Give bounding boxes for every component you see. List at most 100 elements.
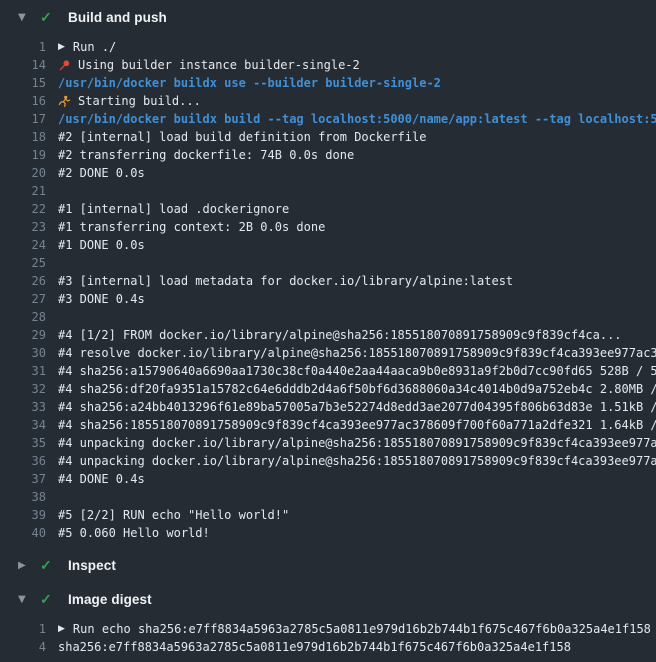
run-toggle-icon[interactable]: ▶ xyxy=(58,38,65,56)
log-line: 29 #4 [1/2] FROM docker.io/library/alpin… xyxy=(0,326,656,344)
log-line: 38 xyxy=(0,488,656,506)
line-number[interactable]: 35 xyxy=(0,434,46,452)
log-line: 20 #2 DONE 0.0s xyxy=(0,164,656,182)
line-text: #4 sha256:a15790640a6690aa1730c38cf0a440… xyxy=(58,362,656,380)
line-content: #4 unpacking docker.io/library/alpine@sh… xyxy=(58,452,656,470)
line-text: #5 [2/2] RUN echo "Hello world!" xyxy=(58,506,289,524)
log-line: 4 sha256:e7ff8834a5963a2785c5a0811e979d1… xyxy=(0,638,656,656)
line-number[interactable]: 22 xyxy=(0,200,46,218)
line-text: Using builder instance builder-single-2 xyxy=(78,56,360,74)
line-content: #4 sha256:185518070891758909c9f839cf4ca3… xyxy=(58,416,656,434)
log-line: 39 #5 [2/2] RUN echo "Hello world!" xyxy=(0,506,656,524)
log-section-image-digest: ▼ ✓ Image digest 1 ▶Run echo sha256:e7ff… xyxy=(0,582,656,662)
line-number[interactable]: 21 xyxy=(0,182,46,200)
line-text: #4 unpacking docker.io/library/alpine@sh… xyxy=(58,452,656,470)
line-content: #2 DONE 0.0s xyxy=(58,164,656,182)
line-text: #1 transferring context: 2B 0.0s done xyxy=(58,218,325,236)
line-text: sha256:e7ff8834a5963a2785c5a0811e979d16b… xyxy=(58,638,571,656)
line-content: #1 [internal] load .dockerignore xyxy=(58,200,656,218)
line-content: #3 DONE 0.4s xyxy=(58,290,656,308)
line-content: #1 transferring context: 2B 0.0s done xyxy=(58,218,656,236)
line-number[interactable]: 17 xyxy=(0,110,46,128)
line-text: #5 0.060 Hello world! xyxy=(58,524,210,542)
line-number[interactable]: 1 xyxy=(0,38,46,56)
line-content: sha256:e7ff8834a5963a2785c5a0811e979d16b… xyxy=(58,638,656,656)
line-number[interactable]: 27 xyxy=(0,290,46,308)
line-number[interactable]: 15 xyxy=(0,74,46,92)
line-text: #4 sha256:df20fa9351a15782c64e6dddb2d4a6… xyxy=(58,380,656,398)
log-line: 19 #2 transferring dockerfile: 74B 0.0s … xyxy=(0,146,656,164)
line-text: #4 resolve docker.io/library/alpine@sha2… xyxy=(58,344,656,362)
line-text: #4 DONE 0.4s xyxy=(58,470,145,488)
section-header-image-digest[interactable]: ▼ ✓ Image digest xyxy=(0,582,656,616)
line-text: /usr/bin/docker buildx build --tag local… xyxy=(58,110,656,128)
line-number[interactable]: 29 xyxy=(0,326,46,344)
line-number[interactable]: 16 xyxy=(0,92,46,110)
line-content: #2 [internal] load build definition from… xyxy=(58,128,656,146)
section-header-inspect[interactable]: ▶ ✓ Inspect xyxy=(0,548,656,582)
runner-icon xyxy=(58,95,71,108)
section-title: Image digest xyxy=(68,592,152,607)
log-section-build-and-push: ▼ ✓ Build and push 1 ▶ Run ./ 14 Using bu… xyxy=(0,0,656,548)
line-number[interactable]: 23 xyxy=(0,218,46,236)
line-content: #2 transferring dockerfile: 74B 0.0s don… xyxy=(58,146,656,164)
line-number[interactable]: 36 xyxy=(0,452,46,470)
log-line: 31 #4 sha256:a15790640a6690aa1730c38cf0a… xyxy=(0,362,656,380)
line-number[interactable]: 1 xyxy=(0,620,46,638)
line-content xyxy=(58,308,656,326)
section-body: 1 ▶Run echo sha256:e7ff8834a5963a2785c5a… xyxy=(0,616,656,662)
chevron-down-icon[interactable]: ▼ xyxy=(18,594,32,605)
line-content: #4 DONE 0.4s xyxy=(58,470,656,488)
log-line: 15 /usr/bin/docker buildx use --builder … xyxy=(0,74,656,92)
line-number[interactable]: 25 xyxy=(0,254,46,272)
line-text: #4 unpacking docker.io/library/alpine@sh… xyxy=(58,434,656,452)
line-content: #4 [1/2] FROM docker.io/library/alpine@s… xyxy=(58,326,656,344)
line-number[interactable]: 34 xyxy=(0,416,46,434)
line-text: Starting build... xyxy=(78,92,201,110)
log-line: 16 Starting build... xyxy=(0,92,656,110)
log-line: 33 #4 sha256:a24bb4013296f61e89ba57005a7… xyxy=(0,398,656,416)
line-content: ▶Run echo sha256:e7ff8834a5963a2785c5a08… xyxy=(58,620,656,638)
pushpin-icon xyxy=(58,59,71,72)
line-text: #1 DONE 0.0s xyxy=(58,236,145,254)
line-number[interactable]: 33 xyxy=(0,398,46,416)
line-number[interactable]: 4 xyxy=(0,638,46,656)
line-text: Run ./ xyxy=(73,38,116,56)
line-number[interactable]: 14 xyxy=(0,56,46,74)
line-number[interactable]: 20 xyxy=(0,164,46,182)
line-number[interactable]: 38 xyxy=(0,488,46,506)
line-content: #4 unpacking docker.io/library/alpine@sh… xyxy=(58,434,656,452)
section-header-build-and-push[interactable]: ▼ ✓ Build and push xyxy=(0,0,656,34)
line-number[interactable]: 31 xyxy=(0,362,46,380)
line-text: #2 DONE 0.0s xyxy=(58,164,145,182)
line-number[interactable]: 37 xyxy=(0,470,46,488)
line-content: #3 [internal] load metadata for docker.i… xyxy=(58,272,656,290)
log-line: 37 #4 DONE 0.4s xyxy=(0,470,656,488)
run-toggle-icon[interactable]: ▶ xyxy=(58,620,65,638)
chevron-down-icon[interactable]: ▼ xyxy=(18,12,32,23)
line-number[interactable]: 19 xyxy=(0,146,46,164)
line-content: Using builder instance builder-single-2 xyxy=(58,56,656,74)
chevron-right-icon[interactable]: ▶ xyxy=(18,560,32,571)
log-line: 1 ▶Run echo sha256:e7ff8834a5963a2785c5a… xyxy=(0,620,656,638)
line-text: #1 [internal] load .dockerignore xyxy=(58,200,289,218)
check-icon: ✓ xyxy=(40,557,56,574)
line-number[interactable]: 32 xyxy=(0,380,46,398)
log-line: 35 #4 unpacking docker.io/library/alpine… xyxy=(0,434,656,452)
line-number[interactable]: 28 xyxy=(0,308,46,326)
line-content: /usr/bin/docker buildx build --tag local… xyxy=(58,110,656,128)
line-text: #3 [internal] load metadata for docker.i… xyxy=(58,272,513,290)
line-number[interactable]: 18 xyxy=(0,128,46,146)
line-text: #4 sha256:a24bb4013296f61e89ba57005a7b3e… xyxy=(58,398,656,416)
line-number[interactable]: 30 xyxy=(0,344,46,362)
line-number[interactable]: 24 xyxy=(0,236,46,254)
log-line: 40 #5 0.060 Hello world! xyxy=(0,524,656,542)
line-content: ▶ Run ./ xyxy=(58,38,656,56)
log-line: 24 #1 DONE 0.0s xyxy=(0,236,656,254)
check-icon: ✓ xyxy=(40,9,56,26)
line-number[interactable]: 26 xyxy=(0,272,46,290)
line-number[interactable]: 40 xyxy=(0,524,46,542)
line-text: #4 [1/2] FROM docker.io/library/alpine@s… xyxy=(58,326,622,344)
line-number[interactable]: 39 xyxy=(0,506,46,524)
log-line: 25 xyxy=(0,254,656,272)
